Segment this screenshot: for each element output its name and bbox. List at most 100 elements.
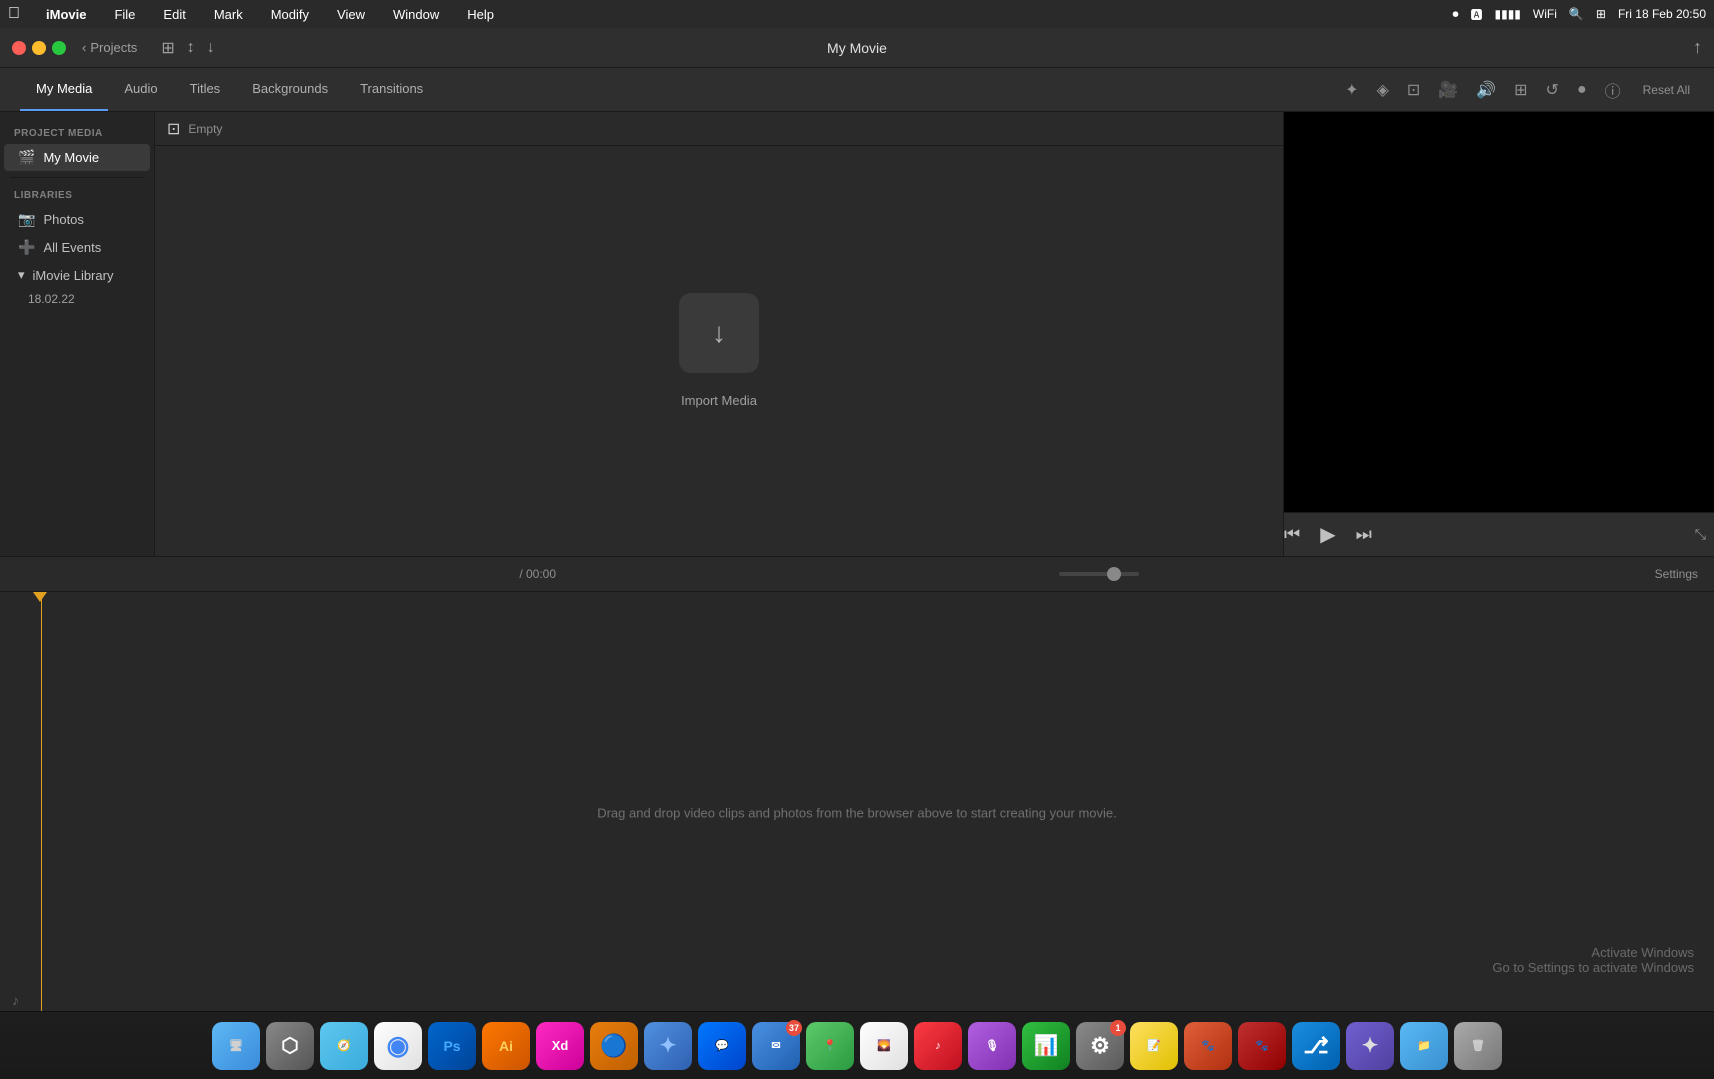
- menubar-view[interactable]: View: [331, 5, 371, 24]
- dock-trash[interactable]: 🗑: [1454, 1022, 1502, 1070]
- timeline-zoom-track[interactable]: [1059, 572, 1139, 576]
- import-media-button[interactable]: ↓: [679, 293, 759, 373]
- menubar-help[interactable]: Help: [461, 5, 500, 24]
- fullscreen-button[interactable]: [52, 41, 66, 55]
- sidebar-item-date[interactable]: 18.02.22: [0, 289, 154, 309]
- dock-app-music[interactable]: ♪: [914, 1022, 962, 1070]
- dock-app-maps[interactable]: 📍: [806, 1022, 854, 1070]
- sidebar-item-imovie-library[interactable]: ▾ iMovie Library: [4, 262, 150, 288]
- sidebar-item-all-events[interactable]: ➕ All Events: [4, 234, 150, 261]
- files-icon: 📁: [1417, 1039, 1431, 1052]
- podcasts-icon: 🎙: [985, 1039, 999, 1052]
- dock-app-safari[interactable]: 🧭: [320, 1022, 368, 1070]
- sidebar-my-movie-label: My Movie: [43, 150, 99, 165]
- menubar-edit[interactable]: Edit: [157, 5, 191, 24]
- play-button[interactable]: ▶: [1320, 522, 1335, 547]
- color-board-icon[interactable]: ◈: [1373, 76, 1393, 104]
- dock-app-chrome[interactable]: ◉: [374, 1022, 422, 1070]
- crop-icon[interactable]: ⊡: [1403, 76, 1424, 104]
- menubar-battery: ▮▮▮▮: [1495, 7, 1521, 21]
- menubar-file[interactable]: File: [108, 5, 141, 24]
- download-icon[interactable]: ↓: [207, 39, 215, 57]
- pixelmator-icon: ✦: [660, 1033, 677, 1058]
- paw-icon: 🐾: [1201, 1039, 1215, 1052]
- dock-app-xd[interactable]: Xd: [536, 1022, 584, 1070]
- dock-app-photos[interactable]: 🌄: [860, 1022, 908, 1070]
- media-browser-content: ↓ Import Media: [155, 146, 1283, 556]
- skip-forward-button[interactable]: ⏭: [1356, 524, 1372, 545]
- dock-app-system-preferences[interactable]: ⚙ 1: [1076, 1022, 1124, 1070]
- tab-transitions[interactable]: Transitions: [344, 68, 439, 111]
- video-screen: [1284, 112, 1714, 512]
- close-button[interactable]: [12, 41, 26, 55]
- volume-icon[interactable]: 🔊: [1472, 76, 1500, 104]
- menubar-modify[interactable]: Modify: [265, 5, 315, 24]
- dock-app-finder[interactable]: 🖥: [212, 1022, 260, 1070]
- sidebar: PROJECT MEDIA 🎬 My Movie LIBRARIES 📷 Pho…: [0, 112, 155, 556]
- dock-app-sourcetree[interactable]: ⎇: [1292, 1022, 1340, 1070]
- share-icon[interactable]: ↑: [1693, 37, 1702, 58]
- dock-app-launchpad[interactable]: ⬡: [266, 1022, 314, 1070]
- tab-audio[interactable]: Audio: [108, 68, 173, 111]
- tab-my-media[interactable]: My Media: [20, 68, 108, 111]
- dock-app-illustrator[interactable]: Ai: [482, 1022, 530, 1070]
- activate-windows-watermark: Activate Windows Go to Settings to activ…: [1492, 945, 1694, 975]
- dock-app-files[interactable]: 📁: [1400, 1022, 1448, 1070]
- dock-app-notes[interactable]: 📝: [1130, 1022, 1178, 1070]
- timeline-drop-hint: Drag and drop video clips and photos fro…: [507, 806, 1207, 821]
- timeline-playhead[interactable]: [40, 592, 42, 1036]
- apple-menu[interactable]: : [8, 5, 20, 23]
- menubar-mark[interactable]: Mark: [208, 5, 249, 24]
- dock-app-paw2[interactable]: 🐾: [1238, 1022, 1286, 1070]
- dock-app-numbers[interactable]: 📊: [1022, 1022, 1070, 1070]
- titlebar: ‹ Projects ⊞ ↕ ↓ My Movie ↑: [0, 28, 1714, 68]
- sidebar-item-my-movie[interactable]: 🎬 My Movie: [4, 144, 150, 171]
- titlebar-icons: ⊞ ↕ ↓: [161, 38, 214, 58]
- dock-app-blender[interactable]: 🔵: [590, 1022, 638, 1070]
- timeline-settings-button[interactable]: Settings: [1655, 567, 1698, 581]
- dock-app-overflow[interactable]: ✦: [1346, 1022, 1394, 1070]
- minimize-button[interactable]: [32, 41, 46, 55]
- menubar-datetime: Fri 18 Feb 20:50: [1618, 7, 1706, 21]
- window-title: My Movie: [827, 40, 887, 56]
- mail-icon: ✉: [771, 1039, 780, 1052]
- equalizer-icon[interactable]: ⊞: [1510, 76, 1531, 104]
- projects-back-button[interactable]: ‹ Projects: [82, 40, 137, 55]
- info-icon[interactable]: ⓘ: [1601, 74, 1625, 106]
- tab-titles[interactable]: Titles: [174, 68, 237, 111]
- menubar-search[interactable]: 🔍: [1569, 7, 1584, 21]
- dock-app-messenger[interactable]: 💬: [698, 1022, 746, 1070]
- wand-icon[interactable]: ✦: [1341, 76, 1362, 104]
- camera-stabilize-icon[interactable]: 🎥: [1434, 76, 1462, 104]
- timeline-timecode: / 00:00: [519, 567, 556, 581]
- tab-backgrounds[interactable]: Backgrounds: [236, 68, 344, 111]
- media-browser-header: ⊡ Empty: [155, 112, 1283, 146]
- speed-icon[interactable]: ↺: [1542, 76, 1563, 104]
- numbers-icon: 📊: [1034, 1033, 1059, 1058]
- menubar-right: ⏺ 🅰 ▮▮▮▮ WiFi 🔍 ⊞ Fri 18 Feb 20:50: [1452, 6, 1706, 23]
- dock-app-pixelmator[interactable]: ✦: [644, 1022, 692, 1070]
- sidebar-item-photos[interactable]: 📷 Photos: [4, 206, 150, 233]
- dock-app-photoshop[interactable]: Ps: [428, 1022, 476, 1070]
- dock-app-podcasts[interactable]: 🎙: [968, 1022, 1016, 1070]
- fullscreen-preview-icon[interactable]: ⤡: [1695, 526, 1706, 543]
- content-area: PROJECT MEDIA 🎬 My Movie LIBRARIES 📷 Pho…: [0, 112, 1714, 556]
- messenger-icon: 💬: [715, 1039, 729, 1052]
- media-tabs: My Media Audio Titles Backgrounds Transi…: [0, 68, 1341, 111]
- skip-back-button[interactable]: ⏮: [1284, 524, 1300, 545]
- timeline-tracks[interactable]: Drag and drop video clips and photos fro…: [0, 592, 1714, 1036]
- timeline-zoom-thumb[interactable]: [1107, 567, 1121, 581]
- menubar-extension: 🅰: [1470, 6, 1482, 23]
- noise-reduction-icon[interactable]: ●: [1573, 77, 1591, 103]
- sort-icon[interactable]: ↕: [187, 39, 195, 57]
- menubar-window[interactable]: Window: [387, 5, 445, 24]
- dock-app-mail[interactable]: ✉ 37: [752, 1022, 800, 1070]
- menubar-controlcenter[interactable]: ⊞: [1596, 7, 1606, 21]
- reset-all-button[interactable]: Reset All: [1635, 79, 1698, 101]
- maps-icon: 📍: [823, 1039, 837, 1052]
- menubar-imovie[interactable]: iMovie: [40, 5, 92, 24]
- timeline-zoom-control[interactable]: [1059, 572, 1139, 576]
- dock-app-paw[interactable]: 🐾: [1184, 1022, 1232, 1070]
- playhead-line: [41, 592, 42, 1036]
- grid-view-icon[interactable]: ⊞: [161, 38, 174, 58]
